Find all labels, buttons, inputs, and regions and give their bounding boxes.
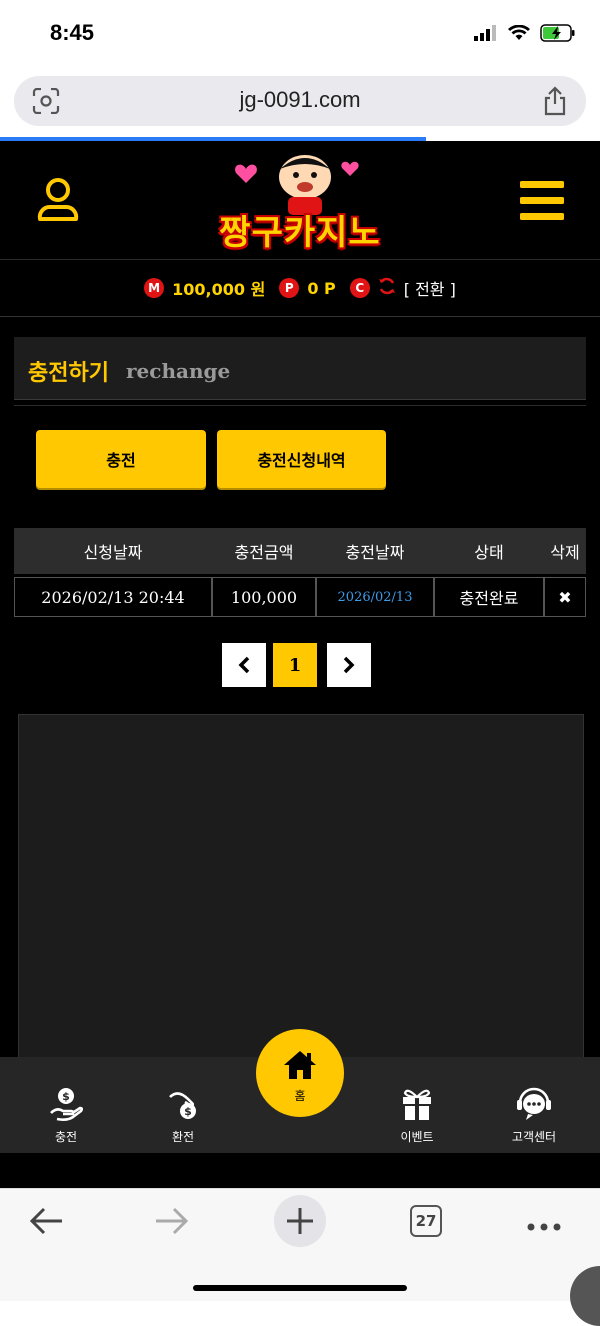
section-title: 충전하기 rechange [14, 337, 586, 400]
cell-charge-date[interactable]: 2026/02/13 [316, 577, 434, 617]
header-amount: 충전금액 [234, 543, 294, 562]
status-icons [474, 24, 576, 42]
switch-button[interactable]: [ 전환 ] [404, 276, 456, 300]
cell-amount: 100,000 [212, 577, 316, 617]
nav-deposit[interactable]: $ 충전 [21, 1087, 111, 1145]
nav-home-label: 홈 [294, 1089, 306, 1103]
home-icon [284, 1051, 316, 1079]
nav-deposit-label: 충전 [54, 1130, 78, 1144]
table-header: 신청날짜 충전금액 충전날짜 상태 삭제 [14, 528, 586, 574]
charge-table: 신청날짜 충전금액 충전날짜 상태 삭제 2026/02/13 20:44 10… [14, 528, 586, 617]
pagination-current-page[interactable]: 1 [273, 643, 317, 687]
header-delete: 삭제 [550, 543, 580, 562]
page-title: 충전하기 [28, 361, 109, 386]
point-coin-icon: P [279, 278, 300, 298]
address-bar[interactable]: jg-0091.com [14, 76, 586, 126]
header-status: 상태 [474, 543, 504, 562]
svg-text:$: $ [62, 1090, 70, 1103]
bottom-nav: $ 충전 $ 환전 홈 이벤트 고객센터 [0, 1029, 600, 1153]
nav-support-label: 고객센터 [511, 1130, 557, 1144]
deposit-icon: $ [50, 1088, 84, 1121]
site-header: 짱구카지노 [0, 141, 600, 260]
tabs-count-button[interactable]: 27 [410, 1205, 442, 1237]
point-balance: 0 P [307, 278, 336, 298]
header-request-date: 신청날짜 [83, 543, 143, 562]
logo-text: 짱구카지노 [219, 213, 381, 253]
cell-request-date: 2026/02/13 20:44 [14, 577, 212, 617]
refresh-icon[interactable] [378, 277, 396, 299]
balance-bar: M 100,000 원 P 0 P C [ 전환 ] [0, 260, 600, 317]
money-balance: 100,000 원 [172, 280, 266, 299]
pagination-prev-button[interactable] [222, 643, 266, 687]
nav-event-label: 이벤트 [400, 1130, 434, 1144]
chevron-left-icon [238, 656, 250, 674]
status-time: 8:45 [50, 20, 95, 45]
support-icon [517, 1087, 551, 1120]
browser-toolbar: 27 [0, 1188, 600, 1326]
url-text[interactable]: jg-0091.com [14, 87, 586, 113]
battery-charging-icon [540, 24, 575, 42]
charge-history-button[interactable]: 충전신청내역 [217, 430, 386, 488]
web-page: 짱구카지노 M 100,000 원 P 0 P C [ 전환 ] 충전하기 re… [0, 141, 600, 1188]
site-logo[interactable]: 짱구카지노 [210, 147, 390, 253]
pagination-next-button[interactable] [327, 643, 371, 687]
cell-status: 충전완료 [434, 577, 544, 617]
charge-button[interactable]: 충전 [36, 430, 206, 488]
money-coin-icon: M [144, 278, 165, 298]
nav-withdraw-label: 환전 [171, 1130, 195, 1144]
back-arrow-icon[interactable] [28, 1205, 64, 1241]
nav-support[interactable]: 고객센터 [489, 1087, 579, 1145]
home-indicator [193, 1285, 407, 1291]
forward-arrow-icon[interactable] [154, 1205, 190, 1241]
signal-icon [474, 25, 496, 41]
divider [14, 405, 586, 406]
user-icon[interactable] [36, 177, 80, 227]
svg-text:$: $ [184, 1105, 192, 1118]
new-tab-plus-icon[interactable] [274, 1195, 326, 1251]
casino-coin-icon: C [349, 278, 370, 298]
nav-event[interactable]: 이벤트 [372, 1087, 462, 1145]
share-icon[interactable] [542, 86, 568, 120]
chevron-right-icon [343, 656, 355, 674]
wifi-icon [508, 25, 530, 40]
nav-home[interactable]: 홈 [256, 1029, 344, 1117]
hamburger-menu-icon[interactable] [520, 181, 564, 225]
page-subtitle: rechange [126, 359, 231, 383]
assistive-touch-button[interactable] [570, 1266, 600, 1326]
gift-icon [403, 1089, 431, 1120]
nav-withdraw[interactable]: $ 환전 [138, 1087, 228, 1145]
delete-icon[interactable]: ✖ [544, 577, 586, 617]
more-options-icon[interactable] [526, 1217, 562, 1236]
header-charge-date: 충전날짜 [345, 543, 405, 562]
table-row: 2026/02/13 20:44 100,000 2026/02/13 충전완료… [14, 577, 586, 617]
withdraw-icon: $ [169, 1092, 196, 1119]
status-bar: 8:45 [0, 0, 600, 68]
